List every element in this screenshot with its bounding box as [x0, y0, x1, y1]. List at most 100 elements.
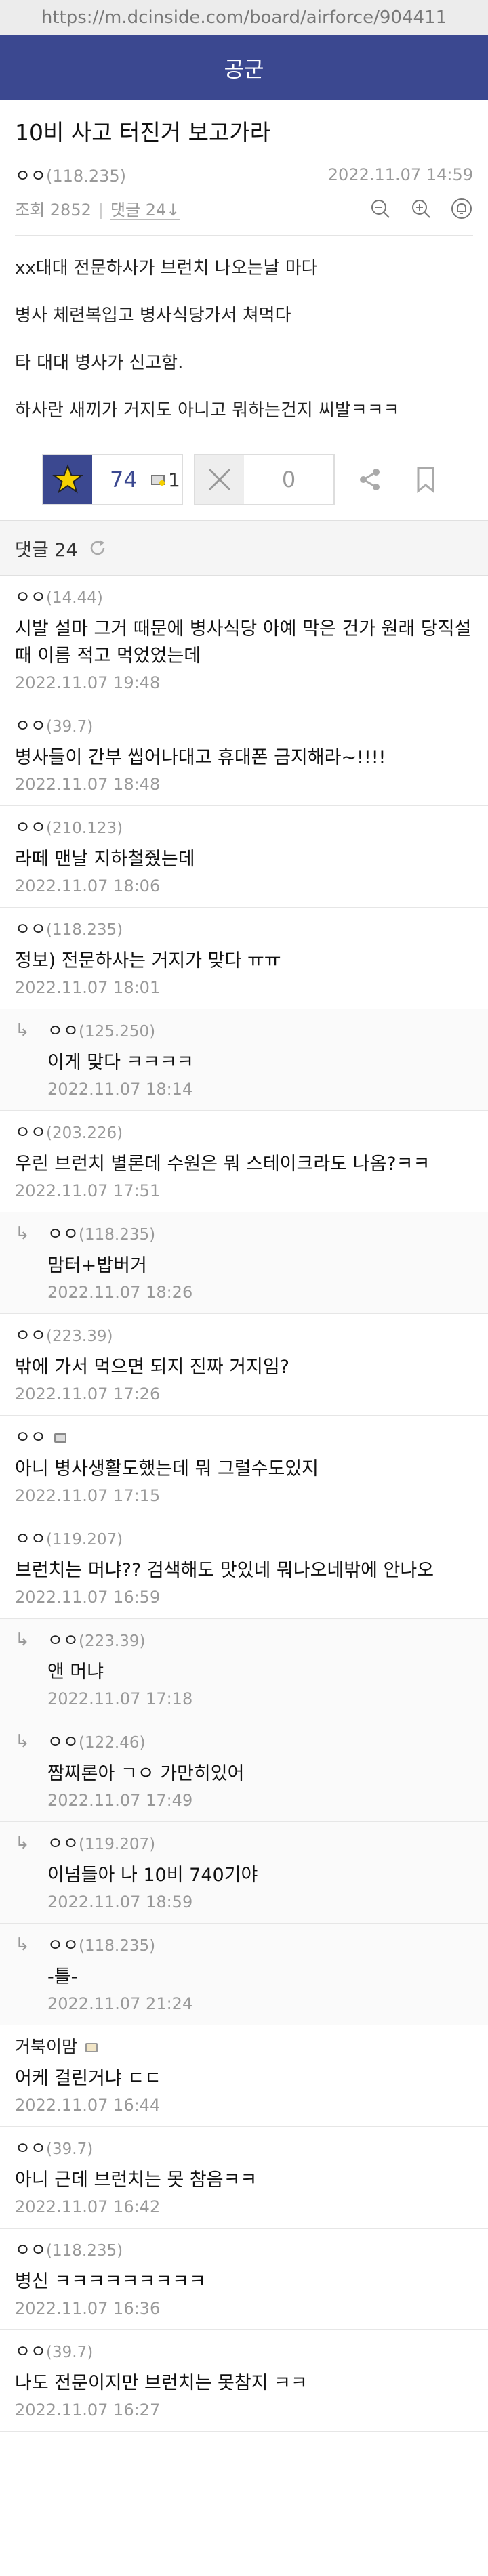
- comment-date: 2022.11.07 17:26: [15, 1385, 161, 1403]
- reply-comment: ↳ ㅇㅇ(223.39) 앤 머냐 2022.11.07 17:18: [0, 1619, 488, 1720]
- post-tools: [369, 197, 473, 220]
- comment-author-name: ㅇㅇ: [47, 1834, 79, 1853]
- comment-author[interactable]: ㅇㅇ(118.235): [15, 2238, 473, 2263]
- comment-author[interactable]: ㅇㅇ(223.39): [47, 1628, 473, 1653]
- comment-date: 2022.11.07 18:26: [47, 1283, 193, 1302]
- fixed-upvote-count: 1: [168, 468, 180, 491]
- comment-author[interactable]: ㅇㅇ(118.235): [47, 1222, 473, 1247]
- comments-link-label: 댓글 24: [110, 200, 167, 219]
- reply-comment: ↳ ㅇㅇ(118.235) 맘터+밥버거 2022.11.07 18:26: [0, 1212, 488, 1314]
- share-button[interactable]: [350, 459, 390, 500]
- comment-author-ip: (119.207): [79, 1836, 156, 1853]
- comment-text: 우린 브런치 별론데 수원은 뭐 스테이크라도 나옴?ㅋㅋ: [15, 1154, 430, 1175]
- comment-date: 2022.11.07 16:27: [15, 2401, 161, 2420]
- comment: ㅇㅇ(39.7) 아니 근데 브런치는 못 참음ㅋㅋ 2022.11.07 16:4…: [0, 2127, 488, 2229]
- comment: ㅇㅇ 아니 병사생활도했는데 뭐 그럴수도있지 2022.11.07 17:15: [0, 1416, 488, 1517]
- comment-author[interactable]: ㅇㅇ(14.44): [15, 585, 473, 610]
- comment-author-ip: (203.226): [46, 1124, 123, 1142]
- comment-author[interactable]: ㅇㅇ(223.39): [15, 1324, 473, 1349]
- fixed-upvote: 1: [150, 469, 180, 491]
- comment-date: 2022.11.07 17:51: [15, 1181, 161, 1200]
- divider: |: [98, 200, 104, 219]
- comments-header: 댓글 24: [0, 520, 488, 576]
- post-author-ip: (118.235): [46, 167, 126, 186]
- post-author[interactable]: ㅇㅇ(118.235): [15, 163, 126, 187]
- comment-author[interactable]: ㅇㅇ(39.7): [15, 714, 473, 739]
- comment-author-ip: (122.46): [79, 1734, 146, 1752]
- post-datetime: 2022.11.07 14:59: [327, 165, 473, 184]
- gallery-header[interactable]: 공군: [0, 35, 488, 100]
- comment-author-name: ㅇㅇ: [47, 1021, 79, 1040]
- comment-author[interactable]: ㅇㅇ(119.207): [15, 1527, 473, 1552]
- star-icon: [52, 464, 83, 494]
- gallery-title: 공군: [224, 56, 264, 82]
- downvote-button[interactable]: 0: [194, 454, 335, 505]
- post-body: xx대대 전문하사가 브런치 나오는날 마다 병사 체련복입고 병사식당가서 쳐…: [0, 236, 488, 423]
- comment-author-name: ㅇㅇ: [15, 716, 47, 736]
- reply-arrow-icon: ↳: [15, 1020, 30, 1040]
- comment: ㅇㅇ(119.207) 브런치는 머냐?? 검색해도 맛있네 뭐나오네밖에 안나오…: [0, 1517, 488, 1619]
- comment-text: 시발 설마 그거 때문에 병사식당 아예 막은 건가 원래 당직설 때 이름 적…: [15, 618, 472, 667]
- x-icon-box: [195, 455, 244, 504]
- reply-arrow-icon: ↳: [15, 1935, 30, 1955]
- comment-date: 2022.11.07 18:14: [47, 1080, 193, 1099]
- comment-date: 2022.11.07 16:44: [15, 2096, 161, 2115]
- bookmark-button[interactable]: [405, 459, 446, 500]
- comment-author[interactable]: ㅇㅇ(210.123): [15, 816, 473, 841]
- comment-author[interactable]: ㅇㅇ: [15, 1425, 473, 1450]
- comment-author[interactable]: ㅇㅇ(39.7): [15, 2136, 473, 2161]
- comment-author-name: ㅇㅇ: [15, 587, 47, 607]
- comment-author-ip: (39.7): [46, 718, 94, 736]
- comment-author[interactable]: 거북이맘: [15, 2035, 473, 2060]
- zoom-out-icon[interactable]: [369, 197, 392, 220]
- comment-author-name: ㅇㅇ: [15, 1122, 47, 1142]
- comment-author[interactable]: ㅇㅇ(203.226): [15, 1120, 473, 1145]
- comment-author[interactable]: ㅇㅇ(119.207): [47, 1832, 473, 1857]
- reply-arrow-icon: ↳: [15, 1223, 30, 1244]
- comment-author-name: ㅇㅇ: [47, 1630, 79, 1650]
- post-body-line: 타 대대 병사가 신고함.: [15, 353, 184, 373]
- comment: ㅇㅇ(39.7) 나도 전문이지만 브런치는 못참지 ㅋㅋ 2022.11.07 1…: [0, 2330, 488, 2432]
- comment: ㅇㅇ(210.123) 라떼 맨날 지하철줬는데 2022.11.07 18:06: [0, 806, 488, 908]
- comment-list: ㅇㅇ(14.44) 시발 설마 그거 때문에 병사식당 아예 막은 건가 원래 당…: [0, 576, 488, 2432]
- comment-author[interactable]: ㅇㅇ(125.250): [47, 1019, 473, 1044]
- comment-text: 라떼 맨날 지하철줬는데: [15, 849, 195, 870]
- comment-author[interactable]: ㅇㅇ(39.7): [15, 2340, 473, 2365]
- upvote-button[interactable]: 74 1: [42, 454, 183, 505]
- comment-author[interactable]: ㅇㅇ(118.235): [15, 917, 473, 942]
- notification-icon[interactable]: [450, 197, 473, 220]
- comment-text: 맘터+밥버거: [47, 1255, 147, 1276]
- reply-body: ㅇㅇ(125.250) 이게 맞다 ㅋㅋㅋㅋ 2022.11.07 18:14: [47, 1019, 473, 1101]
- comment-text: 정보) 전문하사는 거지가 맞다 ㅠㅠ: [15, 950, 281, 971]
- star-icon-box: [43, 455, 92, 504]
- comment-text: 브런치는 머냐?? 검색해도 맛있네 뭐나오네밖에 안나오: [15, 1560, 434, 1581]
- post-author-name: ㅇㅇ: [15, 166, 47, 186]
- post-meta-row: ㅇㅇ(118.235) 2022.11.07 14:59: [15, 163, 473, 187]
- post-header: 10비 사고 터진거 보고가라 ㅇㅇ(118.235) 2022.11.07 1…: [0, 100, 488, 236]
- comment-author-ip: (118.235): [79, 1226, 156, 1244]
- comment-text: 어케 걸린거냐 ㄷㄷ: [15, 2068, 161, 2089]
- comment: ㅇㅇ(118.235) 병신 ㅋㅋㅋㅋㅋㅋㅋㅋㅋ 2022.11.07 16:36: [0, 2229, 488, 2330]
- comment: 거북이맘 어케 걸린거냐 ㄷㄷ 2022.11.07 16:44: [0, 2025, 488, 2127]
- comment-text: 병신 ㅋㅋㅋㅋㅋㅋㅋㅋㅋ: [15, 2271, 206, 2292]
- comment-author-ip: (39.7): [46, 2344, 94, 2361]
- post-body-line: 병사 체련복입고 병사식당가서 쳐먹다: [15, 305, 291, 326]
- reply-arrow-icon: ↳: [15, 1833, 30, 1853]
- comment-date: 2022.11.07 16:42: [15, 2197, 161, 2216]
- comment-date: 2022.11.07 17:18: [47, 1689, 193, 1708]
- fixed-nick-badge-icon: [54, 1433, 66, 1443]
- reply-body: ㅇㅇ(118.235) 맘터+밥버거 2022.11.07 18:26: [47, 1222, 473, 1304]
- comment-author-ip: (125.250): [79, 1023, 156, 1040]
- comment-author[interactable]: ㅇㅇ(122.46): [47, 1730, 473, 1755]
- comments-link[interactable]: 댓글 24↓: [110, 200, 180, 220]
- comment-author-name: ㅇㅇ: [15, 1529, 47, 1548]
- comment-text: 이넘들아 나 10비 740기야: [47, 1865, 258, 1886]
- zoom-in-icon[interactable]: [409, 197, 432, 220]
- comment-author[interactable]: ㅇㅇ(118.235): [47, 1933, 473, 1958]
- browser-url-bar[interactable]: https://m.dcinside.com/board/airforce/90…: [0, 0, 488, 35]
- comment-author-name: 거북이맘: [15, 2037, 78, 2056]
- comment-author-name: ㅇㅇ: [47, 1732, 79, 1752]
- refresh-icon[interactable]: [87, 538, 108, 558]
- comment-author-ip: (14.44): [46, 589, 103, 607]
- comment-author-name: ㅇㅇ: [47, 1935, 79, 1955]
